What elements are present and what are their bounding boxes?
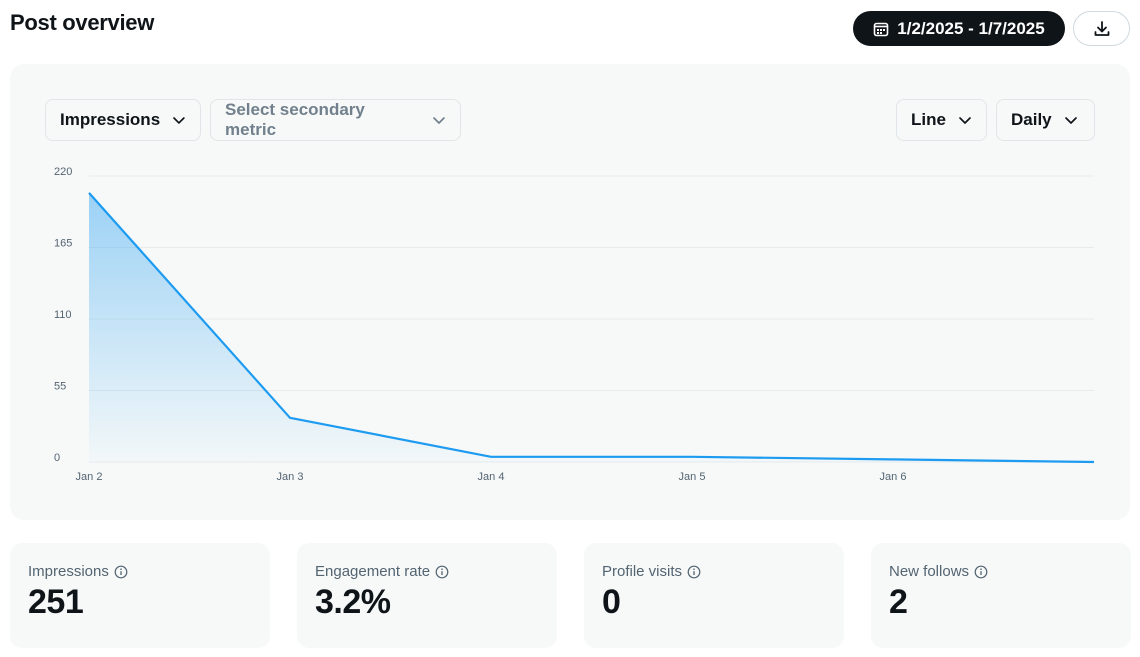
info-icon[interactable] (114, 565, 128, 579)
info-icon[interactable] (687, 565, 701, 579)
stat-value: 251 (28, 583, 84, 621)
stat-label: Impressions (28, 563, 109, 580)
x-tick-label: Jan 4 (478, 471, 505, 483)
calendar-icon (873, 22, 889, 36)
stat-label: New follows (889, 563, 970, 580)
x-tick-label: Jan 5 (679, 471, 706, 483)
stat-value: 3.2% (315, 583, 391, 621)
stat-value: 2 (889, 583, 908, 621)
info-icon[interactable] (435, 565, 449, 579)
stat-value: 0 (602, 583, 621, 621)
data-point[interactable] (485, 451, 497, 463)
stat-card-new-follows: New follows 2 (871, 543, 1131, 648)
data-point[interactable] (1088, 456, 1100, 468)
date-range-button[interactable]: 1/2/2025 - 1/7/2025 (853, 11, 1065, 46)
y-tick-label: 55 (54, 381, 66, 393)
page-title: Post overview (10, 10, 155, 35)
date-range-label: 1/2/2025 - 1/7/2025 (897, 18, 1045, 38)
info-icon[interactable] (974, 565, 988, 579)
y-tick-label: 220 (54, 166, 72, 178)
data-point[interactable] (284, 412, 296, 424)
y-tick-label: 110 (54, 309, 72, 321)
stat-label: Engagement rate (315, 563, 431, 580)
y-tick-label: 165 (54, 238, 72, 250)
stat-card-profile-visits: Profile visits 0 (584, 543, 844, 648)
impressions-area (89, 192, 1094, 462)
y-tick-label: 0 (54, 452, 60, 464)
data-point[interactable] (686, 451, 698, 463)
impressions-chart: 0 55 110 165 220 Jan 2 Jan 3 Jan 4 Jan 5 Jan 6 (54, 166, 1100, 483)
x-tick-label: Jan 6 (880, 471, 907, 483)
chart-panel: Impressions Select secondary metric Line… (10, 64, 1130, 520)
x-tick-label: Jan 3 (277, 471, 304, 483)
stat-label: Profile visits (602, 563, 683, 580)
stat-card-impressions: Impressions 251 (10, 543, 270, 648)
data-point[interactable] (83, 187, 95, 199)
x-tick-label: Jan 2 (76, 471, 103, 483)
stat-card-engagement-rate: Engagement rate 3.2% (297, 543, 557, 648)
data-point[interactable] (887, 453, 899, 465)
download-icon (1094, 20, 1109, 36)
download-button[interactable] (1073, 11, 1130, 46)
